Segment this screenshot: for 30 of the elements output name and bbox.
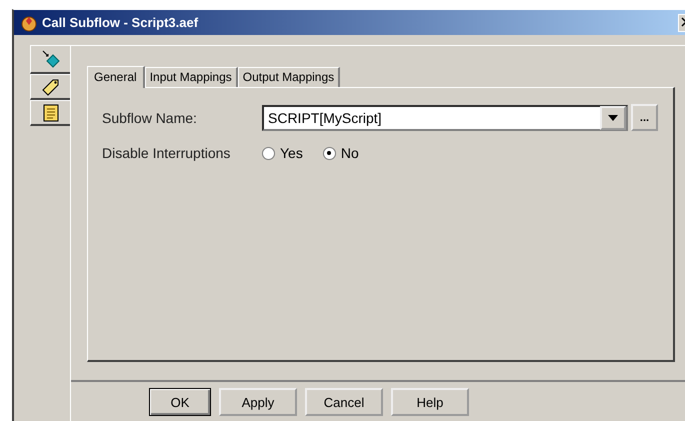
side-tab[interactable] — [30, 45, 71, 74]
combo-value: SCRIPT[MyScript] — [267, 110, 382, 126]
note-icon — [42, 104, 58, 122]
radio-label: No — [340, 145, 359, 161]
tag-icon — [40, 78, 60, 96]
diamond-arrow-icon — [41, 50, 61, 68]
side-tab[interactable] — [30, 74, 70, 100]
browse-button[interactable]: ... — [631, 104, 658, 131]
radio-label: Yes — [280, 145, 303, 161]
tab[interactable]: General — [87, 66, 145, 88]
dialog-button[interactable]: Help — [391, 388, 469, 416]
close-icon — [679, 15, 685, 29]
window-title: Call Subflow - Script3.aef — [42, 15, 198, 30]
tab[interactable]: Output Mappings — [238, 67, 340, 87]
close-button[interactable] — [678, 14, 685, 32]
radio-option[interactable]: No — [322, 145, 359, 161]
side-tab[interactable] — [30, 100, 70, 126]
app-icon — [20, 14, 38, 32]
radio-icon[interactable] — [322, 146, 336, 160]
field-label: Subflow Name: — [102, 110, 198, 126]
subflow-name-combo[interactable]: SCRIPT[MyScript] — [262, 104, 628, 130]
radio-option[interactable]: Yes — [262, 145, 303, 161]
dialog-button[interactable]: Apply — [219, 388, 297, 416]
tab[interactable]: Input Mappings — [144, 67, 238, 87]
field-label: Disable Interruptions — [102, 145, 232, 161]
radio-icon[interactable] — [262, 146, 275, 160]
dialog-button[interactable]: OK — [149, 388, 211, 416]
dropdown-button[interactable] — [600, 106, 626, 130]
caret-icon — [608, 114, 618, 120]
dialog-button[interactable]: Cancel — [305, 388, 383, 416]
